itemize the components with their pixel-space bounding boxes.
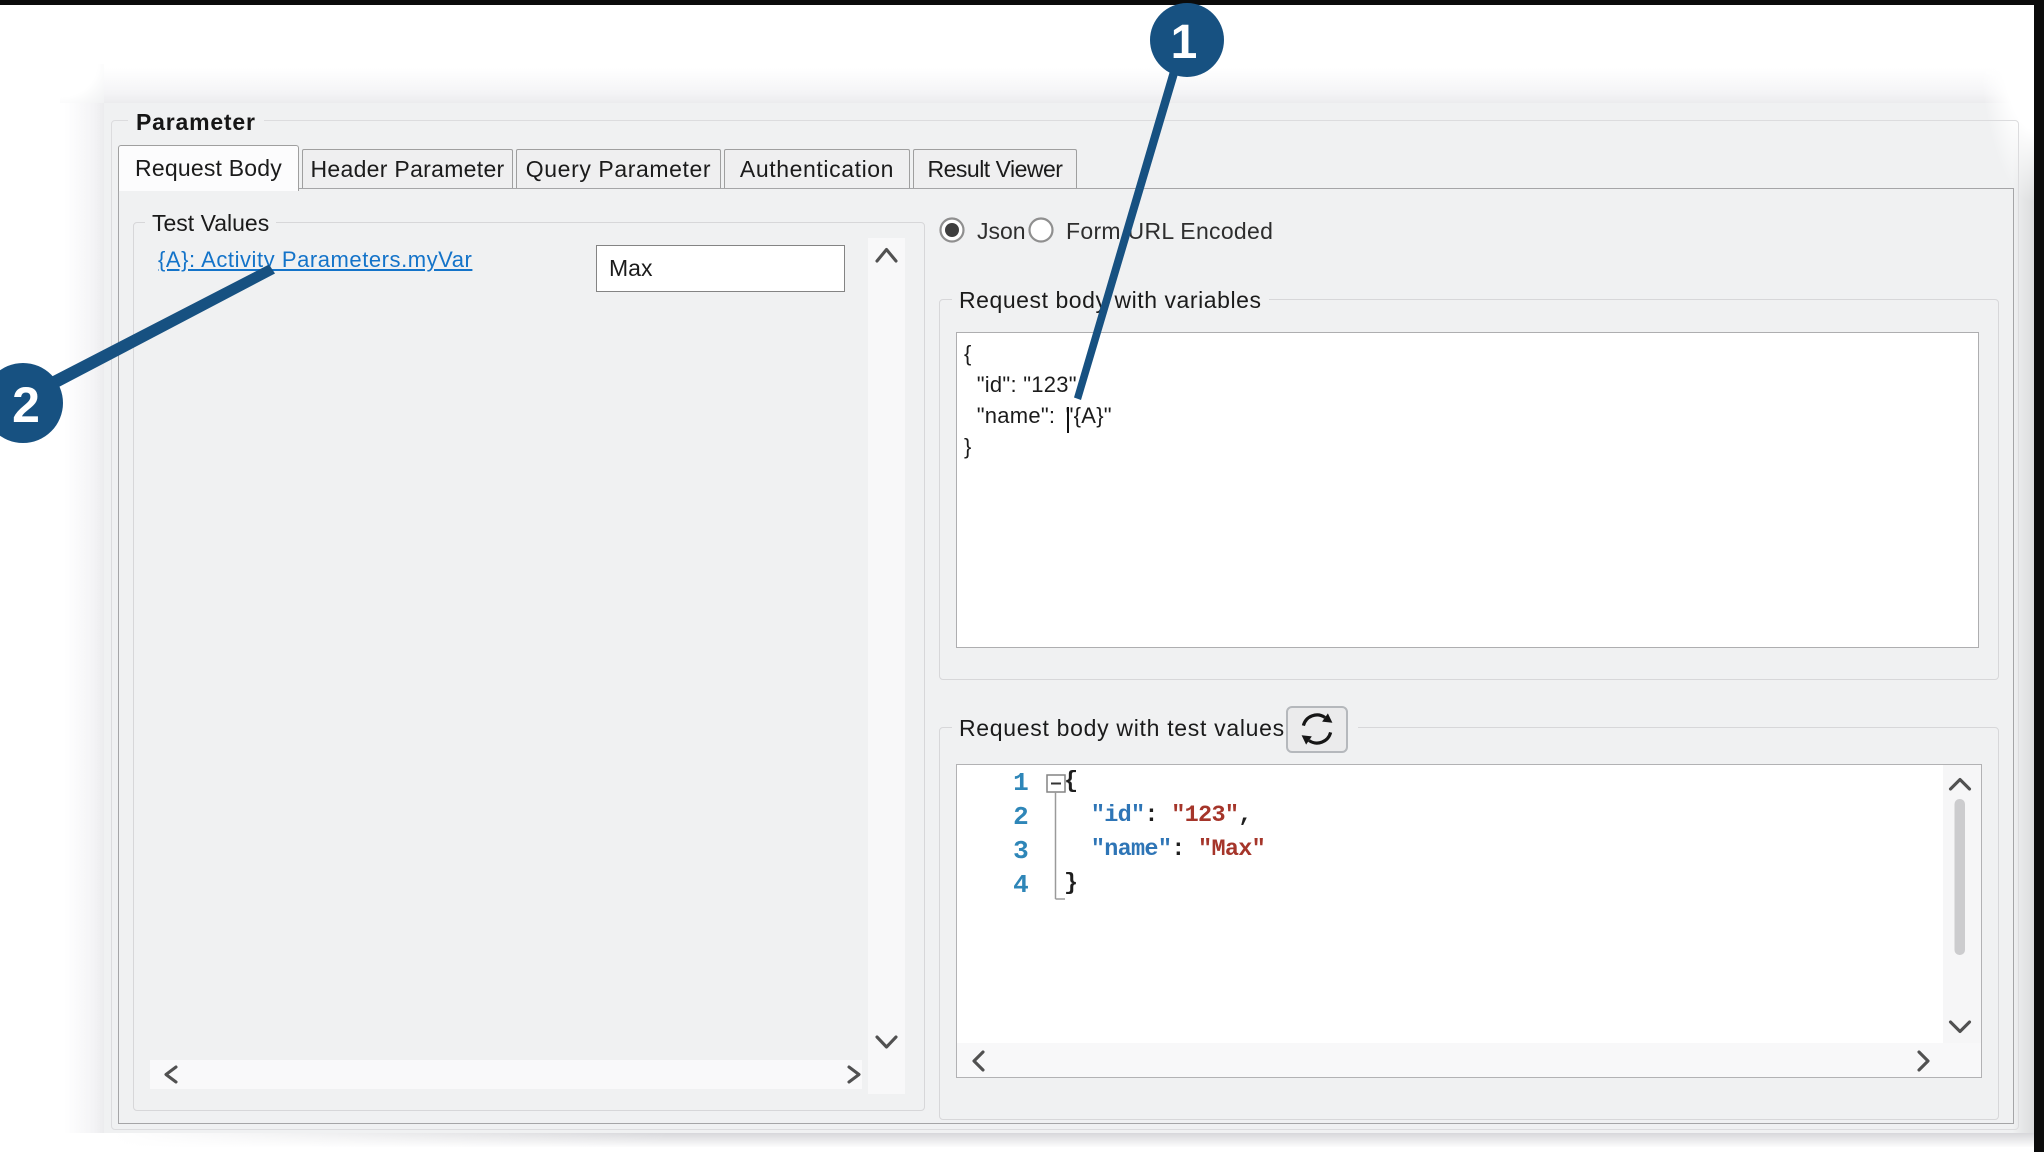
- svg-text:1: 1: [1171, 16, 1198, 69]
- svg-text:2: 2: [12, 377, 40, 433]
